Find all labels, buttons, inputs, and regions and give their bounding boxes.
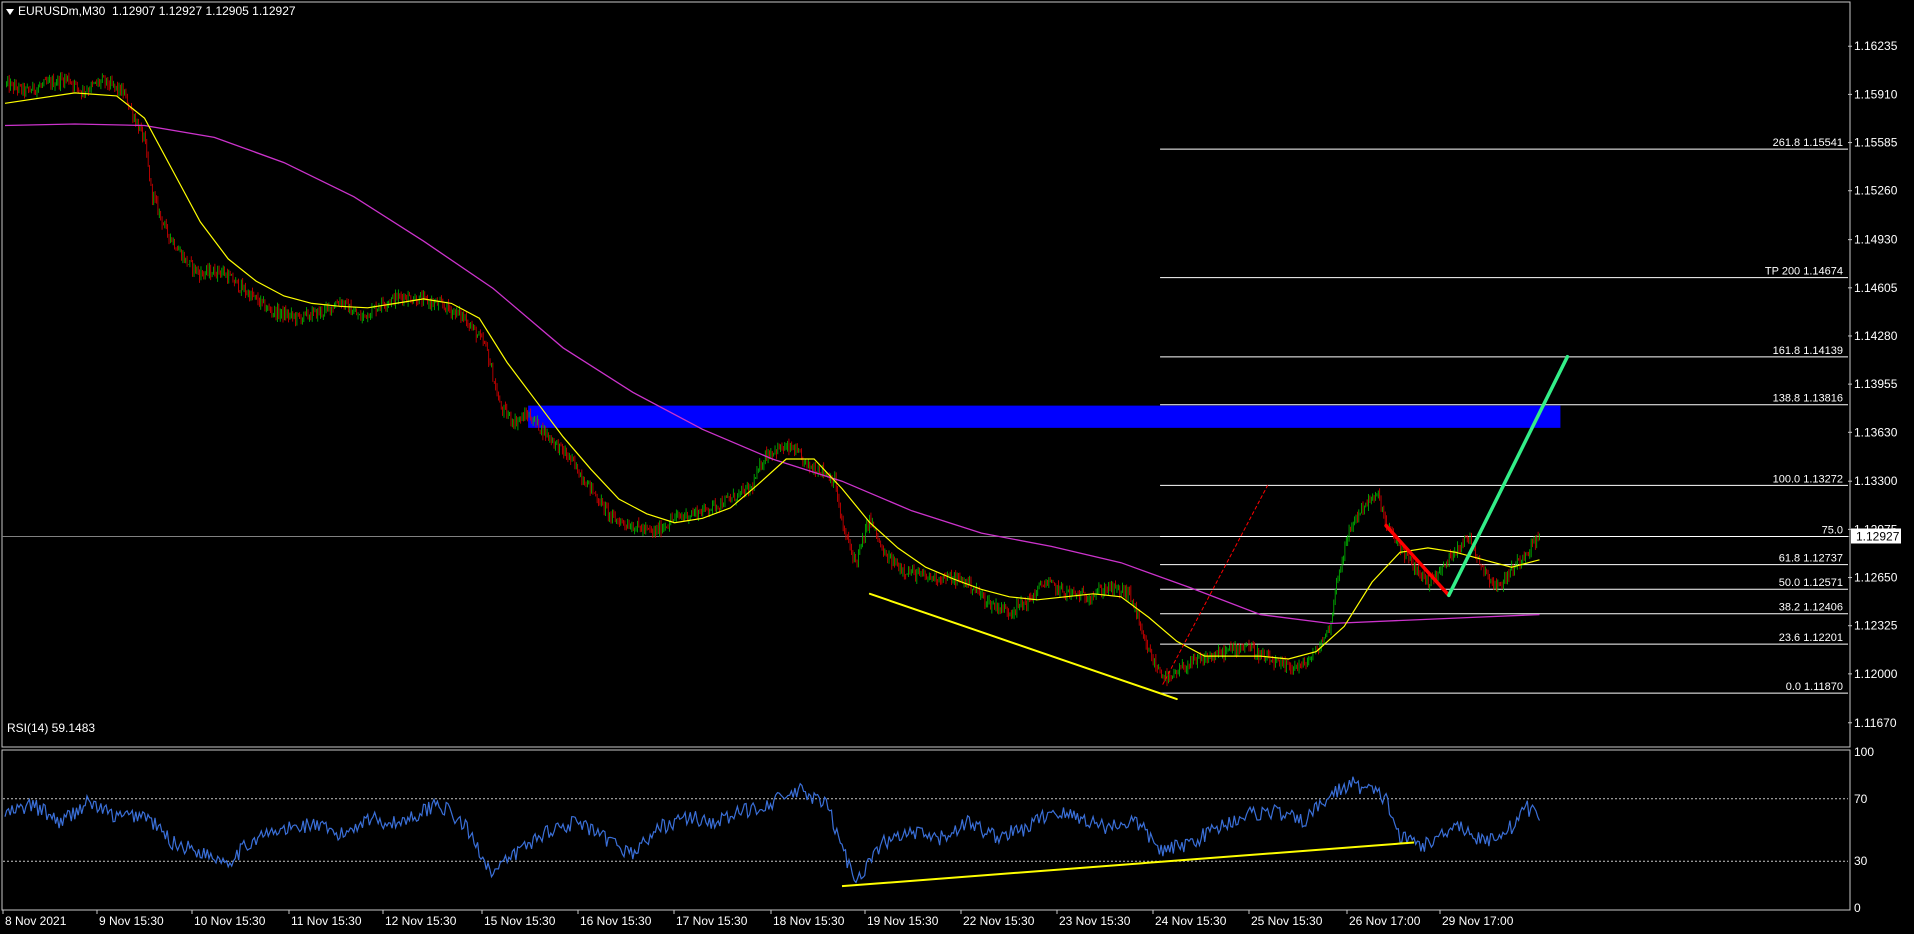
fib-level-label: 23.6 1.12201 [1779,632,1843,644]
fib-level-label: 100.0 1.13272 [1773,473,1843,485]
price-tick-label: 1.15585 [1854,136,1898,150]
time-tick-label: 9 Nov 15:30 [99,914,164,928]
time-tick-label: 8 Nov 2021 [5,914,67,928]
resistance-zone [528,405,1561,428]
time-tick-label: 26 Nov 17:00 [1349,914,1421,928]
time-tick-label: 23 Nov 15:30 [1059,914,1131,928]
fib-level-label: 38.2 1.12406 [1779,602,1843,614]
fib-level-label: 50.0 1.12571 [1779,577,1843,589]
time-tick-label: 11 Nov 15:30 [291,914,362,928]
price-tick-label: 1.14930 [1854,233,1898,247]
rsi-tick-label: 100 [1854,745,1874,759]
fib-level-label: 75.0 [1822,524,1843,536]
fib-level-label: 161.8 1.14139 [1773,345,1843,357]
chart-header[interactable]: EURUSDm,M30 1.12907 1.12927 1.12905 1.12… [6,4,296,18]
price-axis[interactable]: 1.16235 1.15910 1.15585 1.15260 1.14930 1.146… [1848,39,1898,730]
dropdown-triangle-icon[interactable] [6,8,14,15]
price-tick-label: 1.13300 [1854,474,1898,488]
rsi-tick-label: 0 [1854,901,1861,915]
price-tick-label: 1.14605 [1854,281,1898,295]
price-tick-label: 1.12325 [1854,619,1898,633]
price-tick-label: 1.15260 [1854,184,1898,198]
price-tick-label: 1.13955 [1854,377,1898,391]
rsi-tick-label: 70 [1854,792,1868,806]
time-tick-label: 24 Nov 15:30 [1155,914,1227,928]
time-tick-label: 29 Nov 17:00 [1442,914,1514,928]
price-tick-label: 1.11670 [1854,716,1897,730]
price-tick-label: 1.16235 [1854,39,1898,53]
time-tick-label: 25 Nov 15:30 [1251,914,1323,928]
time-tick-label: 15 Nov 15:30 [484,914,556,928]
time-tick-label: 10 Nov 15:30 [194,914,266,928]
price-tick-label: 1.13630 [1854,425,1898,439]
chart-background [0,0,1914,934]
fib-level-label: TP 200 1.14674 [1765,266,1843,278]
time-tick-label: 16 Nov 15:30 [580,914,652,928]
fib-level-label: 138.8 1.13816 [1773,393,1843,405]
time-tick-label: 18 Nov 15:30 [773,914,845,928]
fib-level-label: 61.8 1.12737 [1779,553,1843,565]
rsi-tick-label: 30 [1854,854,1868,868]
symbol-label: EURUSDm,M30 [18,4,106,18]
trading-chart[interactable]: 261.8 1.15541 TP 200 1.14674 161.8 1.14139… [0,0,1914,934]
current-price-label: 1.12927 [1856,530,1900,544]
time-tick-label: 12 Nov 15:30 [385,914,457,928]
ohlc-values: 1.12907 1.12927 1.12905 1.12927 [112,4,296,18]
current-price-tag: 1.12927 [1851,528,1901,544]
fib-level-label: 261.8 1.15541 [1773,137,1843,149]
time-tick-label: 17 Nov 15:30 [676,914,748,928]
price-tick-label: 1.14280 [1854,329,1898,343]
time-tick-label: 19 Nov 15:30 [867,914,939,928]
rsi-header: RSI(14) 59.1483 [7,721,96,735]
time-tick-label: 22 Nov 15:30 [963,914,1035,928]
price-tick-label: 1.12000 [1854,667,1898,681]
price-tick-label: 1.12650 [1854,571,1898,585]
fib-level-label: 0.0 1.11870 [1786,681,1843,693]
price-tick-label: 1.15910 [1854,87,1898,101]
